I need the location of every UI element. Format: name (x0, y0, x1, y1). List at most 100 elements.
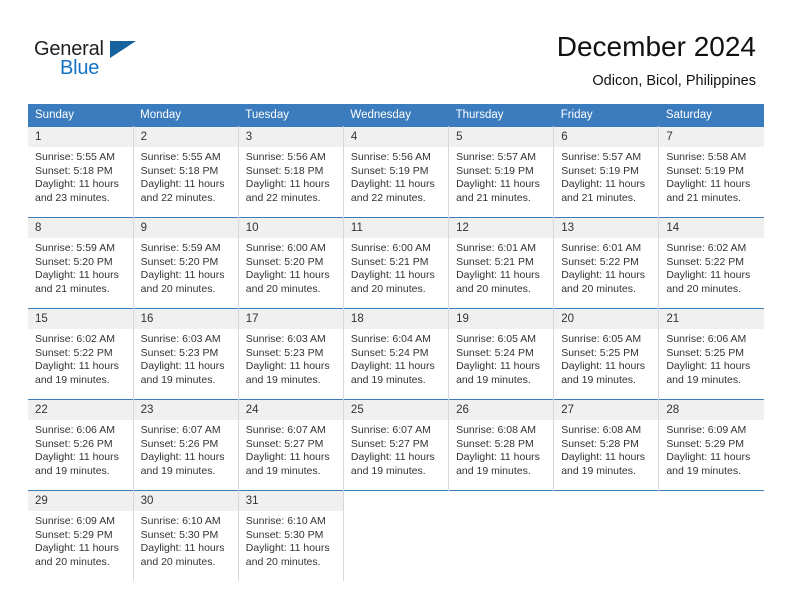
day-details: Sunrise: 6:05 AM Sunset: 5:25 PM Dayligh… (554, 329, 658, 387)
daylight-text-line2: and 19 minutes. (456, 373, 531, 386)
weekday-header-sunday: Sunday (28, 104, 134, 127)
daylight-text-line1: Daylight: 11 hours (35, 178, 119, 191)
calendar-day-cell[interactable]: 14 Sunrise: 6:02 AM Sunset: 5:22 PM Dayl… (658, 217, 764, 309)
sunset-text: Sunset: 5:20 PM (35, 255, 113, 268)
day-number: 21 (659, 309, 764, 329)
calendar-day-cell[interactable]: 7 Sunrise: 5:58 AM Sunset: 5:19 PM Dayli… (658, 126, 764, 218)
sunset-text: Sunset: 5:29 PM (666, 437, 744, 450)
sunrise-text: Sunrise: 5:56 AM (245, 151, 326, 163)
daylight-text-line1: Daylight: 11 hours (561, 178, 646, 191)
calendar-day-cell[interactable]: 10 Sunrise: 6:00 AM Sunset: 5:20 PM Dayl… (237, 217, 344, 309)
calendar-day-cell[interactable]: 2 Sunrise: 5:55 AM Sunset: 5:18 PM Dayli… (132, 126, 239, 218)
calendar-day-cell[interactable]: 29 Sunrise: 6:09 AM Sunset: 5:29 PM Dayl… (28, 490, 134, 581)
day-number: 14 (659, 218, 764, 238)
calendar-day-cell[interactable]: 20 Sunrise: 6:05 AM Sunset: 5:25 PM Dayl… (553, 308, 660, 400)
calendar-week-row: 8 Sunrise: 5:59 AM Sunset: 5:20 PM Dayli… (28, 217, 764, 309)
daylight-text-line1: Daylight: 11 hours (35, 360, 119, 373)
calendar-day-cell[interactable]: 27 Sunrise: 6:08 AM Sunset: 5:28 PM Dayl… (553, 399, 660, 491)
calendar-day-cell[interactable]: 13 Sunrise: 6:01 AM Sunset: 5:22 PM Dayl… (553, 217, 660, 309)
daylight-text-line1: Daylight: 11 hours (666, 360, 751, 373)
calendar-day-cell[interactable]: 23 Sunrise: 6:07 AM Sunset: 5:26 PM Dayl… (132, 399, 239, 491)
daylight-text-line2: and 19 minutes. (35, 464, 110, 477)
calendar-day-cell[interactable]: 8 Sunrise: 5:59 AM Sunset: 5:20 PM Dayli… (28, 217, 134, 309)
logo-flag-icon (110, 41, 136, 58)
sunrise-text: Sunrise: 6:08 AM (561, 424, 642, 436)
day-details: Sunrise: 6:01 AM Sunset: 5:21 PM Dayligh… (449, 238, 553, 296)
calendar-day-cell[interactable]: 18 Sunrise: 6:04 AM Sunset: 5:24 PM Dayl… (342, 308, 450, 400)
day-number: 5 (449, 127, 554, 147)
sunrise-text: Sunrise: 5:58 AM (666, 151, 747, 163)
day-details: Sunrise: 6:07 AM Sunset: 5:26 PM Dayligh… (134, 420, 238, 478)
sunset-text: Sunset: 5:26 PM (35, 437, 113, 450)
daylight-text-line1: Daylight: 11 hours (456, 269, 540, 282)
generalblue-logo[interactable]: General Blue (34, 38, 164, 84)
daylight-text-line1: Daylight: 11 hours (666, 451, 751, 464)
daylight-text-line1: Daylight: 11 hours (245, 178, 330, 191)
daylight-text-line1: Daylight: 11 hours (456, 178, 540, 191)
day-details: Sunrise: 6:09 AM Sunset: 5:29 PM Dayligh… (28, 511, 133, 569)
calendar-day-cell[interactable]: 17 Sunrise: 6:03 AM Sunset: 5:23 PM Dayl… (237, 308, 344, 400)
sunset-text: Sunset: 5:22 PM (35, 346, 113, 359)
calendar-day-cell[interactable]: 12 Sunrise: 6:01 AM Sunset: 5:21 PM Dayl… (448, 217, 555, 309)
sunrise-text: Sunrise: 6:02 AM (666, 242, 747, 254)
sunrise-text: Sunrise: 6:06 AM (666, 333, 747, 345)
day-number: 2 (133, 127, 238, 147)
sunset-text: Sunset: 5:19 PM (456, 164, 534, 177)
calendar-day-cell[interactable]: 4 Sunrise: 5:56 AM Sunset: 5:19 PM Dayli… (342, 126, 450, 218)
weekday-header-thursday: Thursday (448, 104, 554, 127)
sunrise-text: Sunrise: 5:57 AM (456, 151, 537, 163)
daylight-text-line2: and 22 minutes. (140, 191, 216, 204)
daylight-text-line1: Daylight: 11 hours (350, 178, 435, 191)
calendar-day-cell[interactable]: 1 Sunrise: 5:55 AM Sunset: 5:18 PM Dayli… (28, 126, 134, 218)
page-header: General Blue December 2024 Odicon, Bicol… (0, 0, 792, 104)
daylight-text-line2: and 20 minutes. (35, 555, 110, 568)
calendar-day-cell[interactable]: 26 Sunrise: 6:08 AM Sunset: 5:28 PM Dayl… (448, 399, 555, 491)
day-details: Sunrise: 5:56 AM Sunset: 5:19 PM Dayligh… (344, 147, 448, 205)
day-number: 16 (133, 309, 238, 329)
day-number: 4 (343, 127, 449, 147)
day-details: Sunrise: 5:56 AM Sunset: 5:18 PM Dayligh… (239, 147, 343, 205)
daylight-text-line1: Daylight: 11 hours (561, 269, 646, 282)
calendar-day-cell[interactable]: 25 Sunrise: 6:07 AM Sunset: 5:27 PM Dayl… (342, 399, 450, 491)
calendar-day-cell[interactable]: 21 Sunrise: 6:06 AM Sunset: 5:25 PM Dayl… (658, 308, 764, 400)
daylight-text-line2: and 23 minutes. (35, 191, 110, 204)
day-details: Sunrise: 6:06 AM Sunset: 5:25 PM Dayligh… (659, 329, 764, 387)
daylight-text-line2: and 21 minutes. (35, 282, 110, 295)
day-number: 10 (238, 218, 343, 238)
daylight-text-line1: Daylight: 11 hours (35, 542, 119, 555)
calendar-day-cell[interactable]: 31 Sunrise: 6:10 AM Sunset: 5:30 PM Dayl… (237, 490, 344, 581)
calendar-day-cell[interactable]: 16 Sunrise: 6:03 AM Sunset: 5:23 PM Dayl… (132, 308, 239, 400)
sunrise-text: Sunrise: 6:07 AM (140, 424, 221, 436)
daylight-text-line2: and 20 minutes. (245, 555, 321, 568)
calendar-day-cell[interactable]: 6 Sunrise: 5:57 AM Sunset: 5:19 PM Dayli… (553, 126, 660, 218)
calendar-day-cell[interactable]: 15 Sunrise: 6:02 AM Sunset: 5:22 PM Dayl… (28, 308, 134, 400)
calendar-day-cell[interactable]: 22 Sunrise: 6:06 AM Sunset: 5:26 PM Dayl… (28, 399, 134, 491)
daylight-text-line1: Daylight: 11 hours (140, 269, 225, 282)
sunrise-text: Sunrise: 6:10 AM (140, 515, 221, 527)
calendar-day-cell[interactable]: 11 Sunrise: 6:00 AM Sunset: 5:21 PM Dayl… (342, 217, 450, 309)
calendar-day-cell[interactable]: 3 Sunrise: 5:56 AM Sunset: 5:18 PM Dayli… (237, 126, 344, 218)
sunrise-text: Sunrise: 6:00 AM (350, 242, 431, 254)
day-details: Sunrise: 5:55 AM Sunset: 5:18 PM Dayligh… (28, 147, 133, 205)
calendar-day-cell[interactable]: 24 Sunrise: 6:07 AM Sunset: 5:27 PM Dayl… (237, 399, 344, 491)
daylight-text-line1: Daylight: 11 hours (140, 178, 225, 191)
day-number: 23 (133, 400, 238, 420)
calendar-day-cell[interactable]: 19 Sunrise: 6:05 AM Sunset: 5:24 PM Dayl… (448, 308, 555, 400)
calendar-day-cell[interactable]: 30 Sunrise: 6:10 AM Sunset: 5:30 PM Dayl… (132, 490, 239, 581)
daylight-text-line2: and 19 minutes. (35, 373, 110, 386)
daylight-text-line2: and 22 minutes. (245, 191, 321, 204)
weekday-header-friday: Friday (553, 104, 659, 127)
daylight-text-line1: Daylight: 11 hours (35, 269, 119, 282)
sunset-text: Sunset: 5:28 PM (456, 437, 534, 450)
sunrise-text: Sunrise: 5:56 AM (350, 151, 431, 163)
sunset-text: Sunset: 5:20 PM (140, 255, 219, 268)
calendar-week-row: 1 Sunrise: 5:55 AM Sunset: 5:18 PM Dayli… (28, 126, 764, 218)
calendar-day-cell[interactable]: 5 Sunrise: 5:57 AM Sunset: 5:19 PM Dayli… (448, 126, 555, 218)
calendar-day-cell-empty (658, 490, 764, 581)
calendar-day-cell[interactable]: 9 Sunrise: 5:59 AM Sunset: 5:20 PM Dayli… (132, 217, 239, 309)
daylight-text-line1: Daylight: 11 hours (140, 451, 225, 464)
month-calendar: Sunday Monday Tuesday Wednesday Thursday… (28, 104, 764, 581)
daylight-text-line2: and 19 minutes. (666, 373, 742, 386)
day-details: Sunrise: 6:07 AM Sunset: 5:27 PM Dayligh… (344, 420, 448, 478)
calendar-day-cell[interactable]: 28 Sunrise: 6:09 AM Sunset: 5:29 PM Dayl… (658, 399, 764, 491)
